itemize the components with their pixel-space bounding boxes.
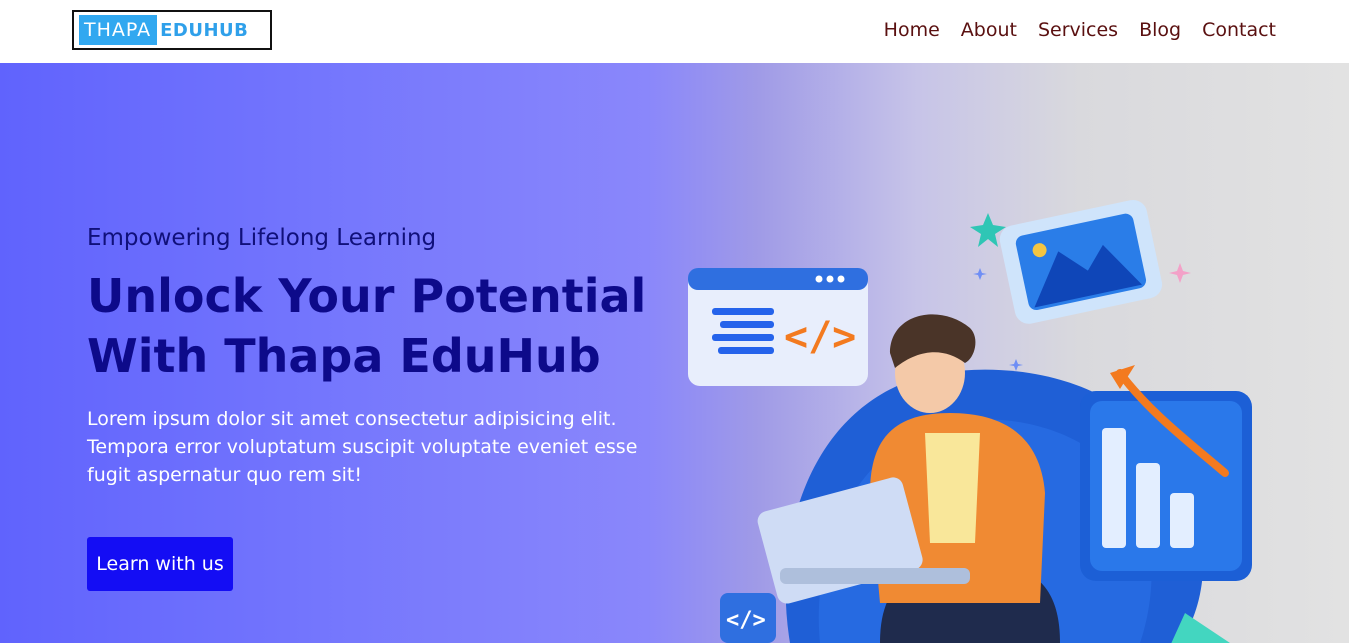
nav-blog[interactable]: Blog	[1139, 19, 1181, 41]
nav-home[interactable]: Home	[884, 19, 940, 41]
main-nav: Home About Services Blog Contact	[884, 19, 1276, 41]
code-bubble-icon: </>	[720, 593, 776, 643]
hero-illustration: </> </>	[688, 199, 1252, 643]
site-logo[interactable]: THAPA EDUHUB	[72, 10, 272, 50]
svg-text:</>: </>	[726, 608, 766, 633]
hero-subtitle: Empowering Lifelong Learning	[87, 225, 437, 251]
photo-card-image	[999, 199, 1163, 324]
code-window-image: </>	[688, 268, 868, 386]
nav-about[interactable]: About	[961, 19, 1017, 41]
hero-lead-text: Lorem ipsum dolor sit amet consectetur a…	[87, 408, 638, 486]
svg-text:</>: </>	[784, 314, 856, 360]
nav-contact[interactable]: Contact	[1202, 19, 1276, 41]
hero-headline: Unlock Your Potential With Thapa EduHub	[87, 269, 647, 383]
chart-card-image	[1080, 365, 1252, 581]
nav-services[interactable]: Services	[1038, 19, 1118, 41]
logo-box-text: THAPA	[79, 15, 158, 45]
hero-section: Empowering Lifelong Learning Unlock Your…	[0, 63, 1349, 643]
learn-with-us-button[interactable]: Learn with us	[87, 537, 233, 591]
site-header: THAPA EDUHUB Home About Services Blog Co…	[0, 0, 1349, 63]
logo-text: EDUHUB	[160, 19, 249, 41]
